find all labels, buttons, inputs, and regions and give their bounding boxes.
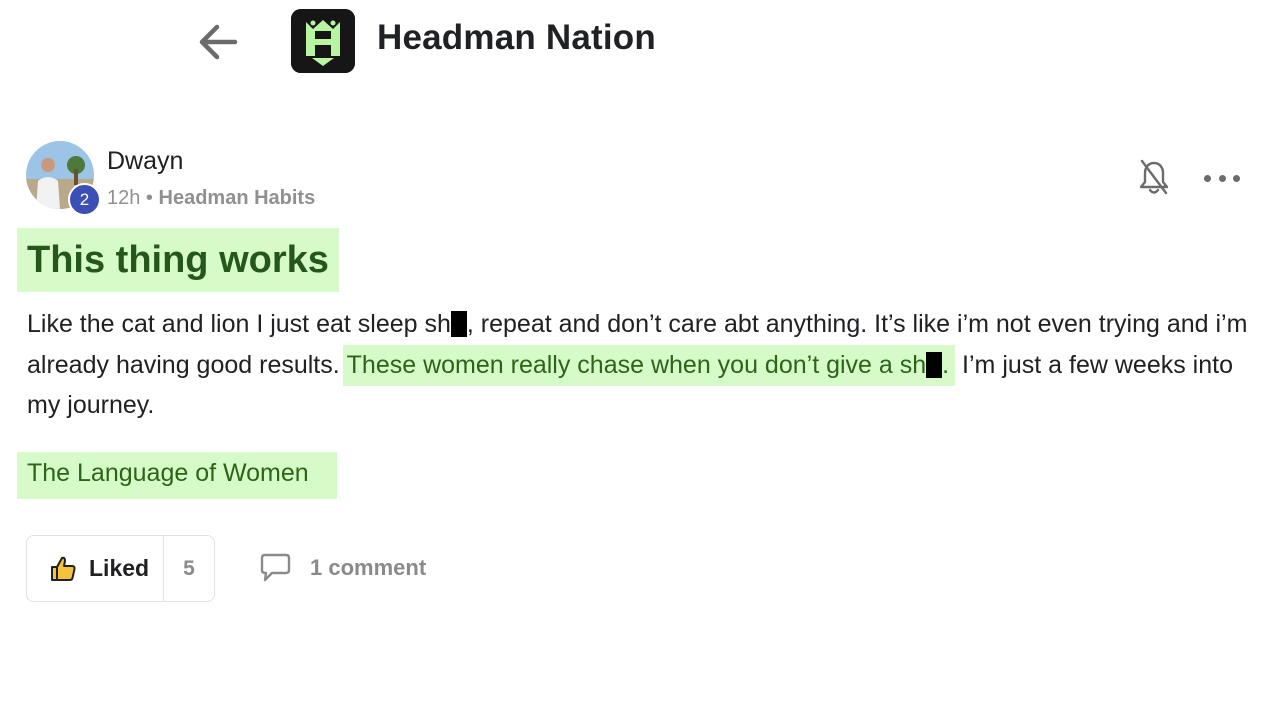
post-meta: 12h • Headman Habits <box>107 187 315 210</box>
post-link[interactable]: The Language of Women <box>17 452 337 499</box>
level-badge: 2 <box>68 183 101 216</box>
censor-block <box>450 311 467 337</box>
back-button[interactable] <box>192 16 244 68</box>
post-body: Like the cat and lion I just eat sleep s… <box>27 304 1257 426</box>
meta-separator: • <box>140 187 159 209</box>
post-title[interactable]: This thing works <box>17 228 339 292</box>
like-group: Liked 5 <box>26 535 215 602</box>
post-time: 12h <box>107 187 141 209</box>
censor-block <box>926 351 943 378</box>
more-options-button[interactable] <box>1204 165 1240 191</box>
body-highlight-text-b: . <box>942 350 950 379</box>
thumbs-up-icon <box>51 556 76 581</box>
notification-toggle-button[interactable] <box>1138 159 1170 197</box>
top-bar: Headman Nation <box>0 0 1280 84</box>
group-name[interactable]: Headman Nation <box>377 18 656 58</box>
author-name[interactable]: Dwayn <box>107 147 183 176</box>
like-label: Liked <box>89 555 150 581</box>
body-text-1: Like the cat and lion I just eat sleep s… <box>27 310 451 338</box>
comment-bubble-icon <box>260 553 291 582</box>
ellipsis-icon <box>1204 174 1211 182</box>
post-category[interactable]: Headman Habits <box>159 187 316 209</box>
bell-off-icon <box>1139 159 1169 195</box>
arrow-left-icon <box>199 24 238 60</box>
comment-button[interactable]: 1 comment <box>259 551 426 585</box>
body-highlight: These women really chase when you don’t … <box>342 344 956 386</box>
post-header: 2 Dwayn 12h • Headman Habits <box>26 141 1256 216</box>
like-count[interactable]: 5 <box>164 536 214 601</box>
group-logo[interactable] <box>291 9 355 73</box>
like-button[interactable]: Liked <box>27 536 164 601</box>
comment-label: 1 comment <box>310 555 427 580</box>
body-highlight-text-a: These women really chase when you don’t … <box>346 350 927 379</box>
headman-logo-icon <box>291 9 355 73</box>
